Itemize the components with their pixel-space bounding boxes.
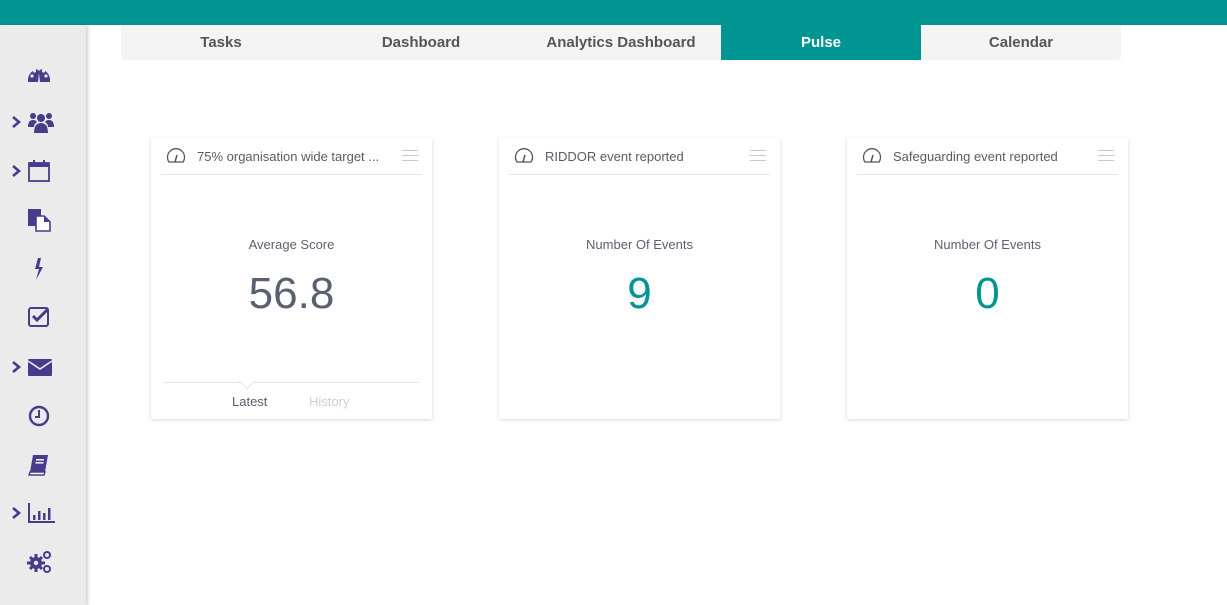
gauge-icon [513,146,535,166]
tab-latest[interactable]: Latest [232,394,267,409]
sidebar-item-activity[interactable] [0,249,86,289]
card-title: Safeguarding event reported [893,148,1058,164]
gears-icon [26,549,52,575]
bar-chart-icon [26,500,55,526]
sidebar-item-tasks[interactable] [0,297,86,337]
metric-value: 9 [627,269,652,318]
sidebar-item-library[interactable] [0,445,86,485]
sidebar-item-messages[interactable] [0,347,86,387]
calendar-icon [26,158,52,184]
pulse-card-riddor: RIDDOR event reported Number Of Events 9 [499,138,780,419]
metric-label: Average Score [248,237,335,252]
book-icon [26,452,52,478]
tab-bar: Tasks Dashboard Analytics Dashboard Puls… [121,25,1121,60]
envelope-icon [26,354,53,380]
sidebar-item-documents[interactable] [0,200,86,240]
hamburger-menu-icon[interactable] [750,150,766,162]
documents-icon [26,207,52,233]
chevron-right-icon [10,506,22,520]
footer-divider [163,372,419,390]
hamburger-menu-icon[interactable] [402,150,418,162]
footer-tabs: Latest History [151,394,432,412]
gauge-icon [165,146,187,166]
tab-analytics-dashboard[interactable]: Analytics Dashboard [521,25,721,60]
sidebar-item-settings[interactable] [0,542,86,582]
tab-pulse[interactable]: Pulse [721,25,921,60]
top-bar [0,0,1227,25]
metric-value: 56.8 [248,269,335,318]
chevron-right-icon [10,164,22,178]
chevron-right-icon [10,115,22,129]
tab-calendar[interactable]: Calendar [921,25,1121,60]
clock-icon [26,403,52,429]
card-title: RIDDOR event reported [545,148,684,164]
metric-label: Number Of Events [586,237,693,252]
sidebar [0,25,86,605]
pulse-card-safeguarding: Safeguarding event reported Number Of Ev… [847,138,1128,419]
tab-dashboard[interactable]: Dashboard [321,25,521,60]
users-icon [26,109,54,135]
dashboard-gauge-icon [26,61,52,87]
lightning-icon [26,256,52,282]
metric-label: Number Of Events [934,237,1041,252]
gauge-icon [861,146,883,166]
sidebar-item-calendar[interactable] [0,151,86,191]
metric-value: 0 [975,269,1000,318]
card-header: RIDDOR event reported [509,138,770,175]
chevron-right-icon [10,360,22,374]
card-header: Safeguarding event reported [857,138,1118,175]
sidebar-item-history[interactable] [0,396,86,436]
sidebar-item-reports[interactable] [0,493,86,533]
tab-tasks[interactable]: Tasks [121,25,321,60]
card-header: 75% organisation wide target ... [161,138,422,175]
tab-history[interactable]: History [309,394,349,409]
hamburger-menu-icon[interactable] [1098,150,1114,162]
sidebar-item-users[interactable] [0,102,86,142]
pulse-card-target: 75% organisation wide target ... Average… [151,138,432,419]
checkbox-icon [26,304,52,330]
card-title: 75% organisation wide target ... [197,148,380,164]
sidebar-item-dashboard[interactable] [0,54,86,94]
